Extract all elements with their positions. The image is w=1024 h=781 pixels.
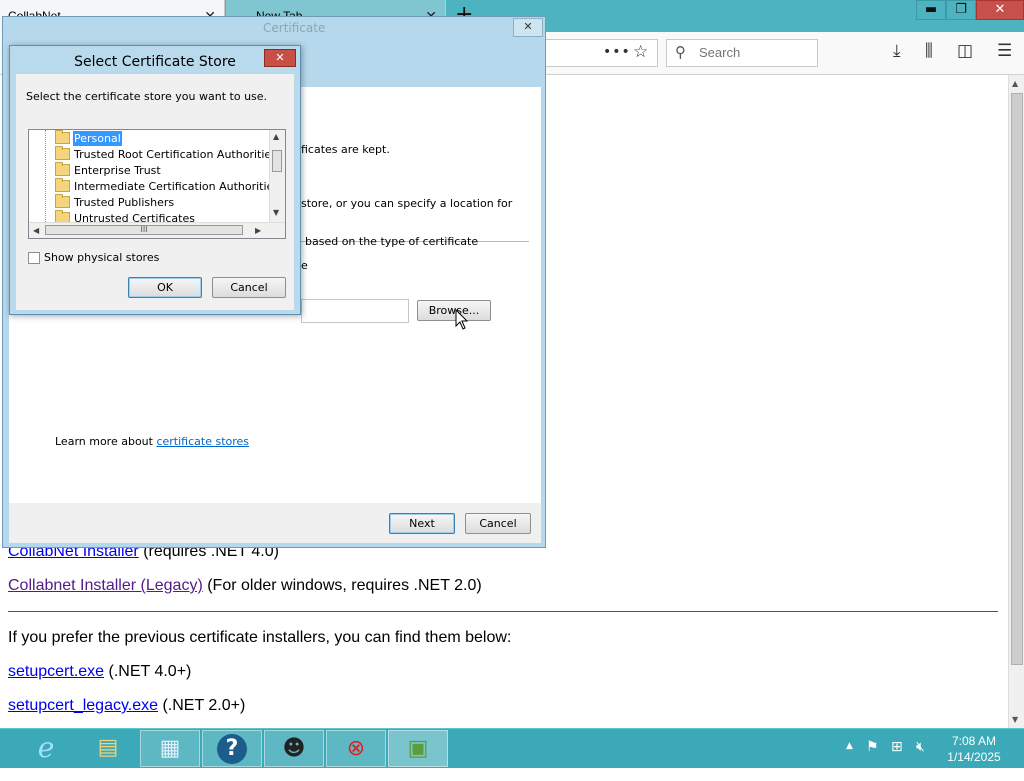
certificate-error-icon[interactable]: ⊗	[326, 730, 386, 767]
scroll-left-icon[interactable]: ◀	[33, 226, 39, 235]
scrollbar-thumb[interactable]	[272, 150, 282, 172]
internet-explorer-icon[interactable]: e	[16, 730, 76, 767]
search-input[interactable]	[697, 44, 811, 61]
setupcert-link[interactable]: setupcert.exe	[8, 663, 104, 680]
taskbar: e ▤ ▦ ? ☻ ⊗ ▣ ▲ ⚑ ⊞ 🔇︎ 7:08 AM 1/14/2025	[0, 728, 1024, 768]
url-bar[interactable]: ••• ☆	[540, 39, 658, 67]
mouse-cursor-icon	[455, 309, 469, 330]
clock-date: 1/14/2025	[947, 750, 1001, 764]
scroll-down-icon[interactable]: ▼	[273, 208, 279, 217]
tree-item-label: Trusted Root Certification Authorities	[74, 148, 277, 161]
help-glyph: ?	[217, 734, 247, 764]
scrollbar-thumb[interactable]	[1011, 93, 1023, 665]
wizard-text-kept: ficates are kept.	[301, 143, 390, 156]
certificate-store-field[interactable]	[301, 299, 409, 323]
show-physical-stores-label: Show physical stores	[44, 251, 160, 264]
dialog-close-icon[interactable]: ✕	[264, 49, 296, 67]
downloads-icon[interactable]: ⤓	[893, 41, 901, 61]
tree-vertical-scrollbar[interactable]: ▲ ▼	[269, 130, 285, 222]
wizard-close-icon[interactable]: ✕	[513, 18, 543, 37]
setupcert-legacy-note: (.NET 2.0+)	[162, 697, 246, 714]
tree-item-label: Personal	[72, 130, 123, 147]
learn-more-text: Learn more about	[55, 435, 157, 448]
wizard-title: Certificate	[263, 21, 326, 35]
tree-horizontal-scrollbar[interactable]: ◀ III ▶	[29, 222, 285, 238]
action-center-flag-icon[interactable]: ⚑	[866, 739, 879, 779]
wizard-text-e: e	[301, 259, 308, 272]
certificate-stores-link[interactable]: certificate stores	[156, 435, 249, 448]
folder-icon	[55, 178, 70, 192]
wizard-text-based: based on the type of certificate	[305, 235, 479, 248]
select-certificate-store-dialog: Select Certificate Store ✕ Select the ce…	[9, 45, 301, 315]
certificate-wizard-icon[interactable]: ▣	[388, 730, 448, 767]
dialog-title: Select Certificate Store	[74, 54, 236, 70]
legacy-installer-row: Collabnet Installer (Legacy) (For older …	[8, 577, 482, 595]
folder-icon	[55, 194, 70, 208]
search-icon: ⚲	[675, 43, 686, 61]
setupcert-note: (.NET 4.0+)	[108, 663, 192, 680]
folder-icon	[55, 130, 70, 144]
tree-item-label: Trusted Publishers	[74, 196, 175, 209]
show-hidden-icons-icon[interactable]: ▲	[846, 741, 853, 781]
ok-button[interactable]: OK	[128, 277, 202, 298]
sidebar-icon[interactable]: ◫	[957, 41, 973, 61]
wizard-footer: Next Cancel	[9, 503, 541, 543]
folder-icon	[55, 162, 70, 176]
close-window-icon[interactable]: ✕	[976, 0, 1024, 20]
dialog-cancel-button[interactable]: Cancel	[212, 277, 286, 298]
next-button[interactable]: Next	[389, 513, 455, 534]
collabnet-legacy-installer-link[interactable]: Collabnet Installer (Legacy)	[8, 577, 203, 594]
dialog-prompt: Select the certificate store you want to…	[26, 90, 268, 103]
clock-time: 7:08 AM	[951, 734, 997, 748]
browse-button[interactable]: Browse...	[417, 300, 491, 321]
server-manager-icon[interactable]: ▦	[140, 730, 200, 767]
scroll-down-icon[interactable]: ▼	[1012, 715, 1018, 724]
tree-item-label: Intermediate Certification Authorities	[74, 180, 280, 193]
bookmark-star-icon[interactable]: ☆	[633, 42, 648, 62]
raccoon-app-icon[interactable]: ☻	[264, 730, 324, 767]
legacy-installer-note: (For older windows, requires .NET 2.0)	[207, 577, 482, 594]
dialog-client: Select the certificate store you want to…	[16, 74, 294, 310]
folder-icon	[55, 146, 70, 160]
library-icon[interactable]: ⫼	[925, 41, 933, 61]
tree-item-label: Enterprise Trust	[74, 164, 161, 177]
wizard-cancel-button[interactable]: Cancel	[465, 513, 531, 534]
setupcert-legacy-row: setupcert_legacy.exe (.NET 2.0+)	[8, 697, 245, 715]
page-scrollbar[interactable]: ▲ ▼	[1008, 75, 1024, 728]
file-explorer-icon[interactable]: ▤	[78, 730, 138, 767]
show-physical-stores-checkbox[interactable]	[28, 252, 40, 264]
system-clock[interactable]: 7:08 AM 1/14/2025	[940, 733, 1008, 765]
network-icon[interactable]: ⊞	[891, 739, 903, 779]
volume-muted-icon[interactable]: 🔇︎	[916, 739, 925, 779]
help-icon[interactable]: ?	[202, 730, 262, 767]
divider	[8, 611, 998, 612]
page-actions-icon[interactable]: •••	[603, 44, 631, 60]
certificate-store-tree[interactable]: Personal Trusted Root Certification Auth…	[28, 129, 286, 239]
tree-connector	[45, 130, 46, 222]
wizard-text-store: store, or you can specify a location for	[301, 197, 513, 210]
setupcert-legacy-link[interactable]: setupcert_legacy.exe	[8, 697, 158, 714]
minimize-icon[interactable]: ▬	[916, 0, 946, 20]
scrollbar-thumb[interactable]: III	[45, 225, 243, 235]
window-controls: ▬ ❐ ✕	[916, 0, 1024, 22]
scroll-up-icon[interactable]: ▲	[1012, 79, 1018, 88]
scroll-right-icon[interactable]: ▶	[255, 226, 261, 235]
learn-more-row: Learn more about certificate stores	[55, 435, 249, 448]
scroll-up-icon[interactable]: ▲	[273, 132, 279, 141]
previous-installers-text: If you prefer the previous certificate i…	[8, 629, 512, 646]
search-bar[interactable]: ⚲	[666, 39, 818, 67]
setupcert-row: setupcert.exe (.NET 4.0+)	[8, 663, 191, 681]
restore-icon[interactable]: ❐	[946, 0, 976, 20]
menu-icon[interactable]: ☰	[997, 41, 1012, 61]
